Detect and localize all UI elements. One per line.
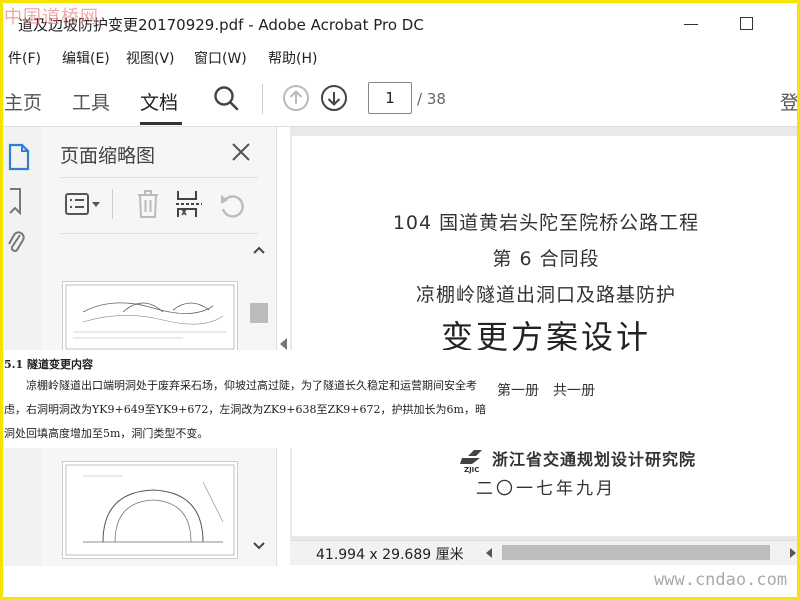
- main-toolbar: 主页 工具 文档 1 / 38 登: [0, 72, 800, 127]
- close-icon[interactable]: [230, 141, 252, 163]
- scroll-left-icon[interactable]: [486, 548, 492, 558]
- toolbar-divider: [262, 84, 263, 114]
- menu-bar: 件(F) 编辑(E) 视图(V) 窗口(W) 帮助(H): [0, 44, 800, 70]
- page-thumbnails-icon[interactable]: [8, 143, 30, 171]
- doc-subtitle: 凉棚岭隧道出洞口及路基防护: [415, 284, 676, 306]
- left-rail: [0, 127, 43, 567]
- maximize-icon[interactable]: [740, 17, 753, 30]
- menu-help[interactable]: 帮助(H): [268, 48, 317, 68]
- doc-organization: 浙江省交通规划设计研究院: [492, 450, 697, 469]
- panel-toolbar-divider: [112, 189, 113, 219]
- tab-home[interactable]: 主页: [4, 88, 42, 115]
- panel-divider-2: [60, 233, 258, 234]
- sign-in-button[interactable]: 登: [780, 88, 799, 115]
- watermark-text: 中国道桥网: [4, 7, 99, 28]
- panel-title: 页面缩略图: [60, 145, 156, 167]
- minimize-icon[interactable]: [684, 24, 698, 25]
- thumbnail-panel: 页面缩略图: [42, 127, 277, 567]
- options-menu-icon[interactable]: [64, 191, 102, 217]
- scroll-down-icon[interactable]: [252, 541, 266, 551]
- title-bar: 道及边坡防护变更20170929.pdf - Adobe Acrobat Pro…: [0, 0, 800, 44]
- page-down-icon[interactable]: [320, 84, 348, 112]
- doc-contract-section: 第 6 合同段: [492, 248, 600, 270]
- text-excerpt-overlay: 5.1 隧道变更内容 凉棚岭隧道出口端明洞处于废弃采石场，仰坡过高过陡，为了隧道…: [0, 350, 488, 448]
- horizontal-scrollbar-thumb[interactable]: [502, 545, 770, 560]
- menu-view[interactable]: 视图(V): [126, 48, 175, 68]
- thumbnail-page-2[interactable]: [62, 461, 238, 559]
- doc-project-title: 104 国道黄岩头陀至院桥公路工程: [392, 212, 700, 234]
- tab-document[interactable]: 文档: [140, 88, 178, 115]
- page-number-input[interactable]: 1: [368, 82, 412, 114]
- bookmark-icon[interactable]: [8, 187, 24, 215]
- active-tab-indicator: [140, 122, 182, 125]
- thumbnail-page-1[interactable]: [62, 281, 238, 353]
- org-logo: [460, 450, 482, 464]
- search-icon[interactable]: [212, 84, 240, 112]
- menu-edit[interactable]: 编辑(E): [62, 48, 110, 68]
- collapse-panel-icon[interactable]: [280, 338, 287, 350]
- scroll-right-icon[interactable]: [790, 548, 796, 558]
- trash-icon[interactable]: [136, 189, 160, 219]
- page-total: / 38: [417, 90, 446, 108]
- org-logo-abbr: ZJIC: [464, 466, 480, 474]
- menu-window[interactable]: 窗口(W): [194, 48, 247, 68]
- attachment-icon[interactable]: [6, 229, 26, 257]
- thumbnail-scrollbar-thumb[interactable]: [250, 303, 268, 323]
- tab-tools[interactable]: 工具: [72, 88, 110, 115]
- scroll-up-icon[interactable]: [252, 245, 266, 255]
- footer-watermark: www.cndao.com: [654, 570, 788, 590]
- panel-divider: [60, 177, 258, 178]
- excerpt-heading: 5.1 隧道变更内容: [4, 358, 93, 371]
- status-bar: 41.994 x 29.689 厘米: [290, 540, 800, 565]
- page-up-icon[interactable]: [282, 84, 310, 112]
- doc-date: 二〇一七年九月: [476, 479, 616, 499]
- page-size-readout: 41.994 x 29.689 厘米: [316, 547, 464, 563]
- excerpt-paragraph: 凉棚岭隧道出口端明洞处于废弃采石场，仰坡过高过陡，为了隧道长久稳定和运营期间安全…: [4, 379, 486, 440]
- tunnel-thumbnail-image: [65, 464, 235, 556]
- drawing-thumbnail-image: [65, 284, 235, 350]
- extract-icon[interactable]: [174, 189, 204, 219]
- rotate-icon[interactable]: [218, 191, 246, 219]
- menu-file[interactable]: 件(F): [8, 48, 41, 68]
- pdf-page: 104 国道黄岩头陀至院桥公路工程 第 6 合同段 凉棚岭隧道出洞口及路基防护 …: [292, 136, 800, 536]
